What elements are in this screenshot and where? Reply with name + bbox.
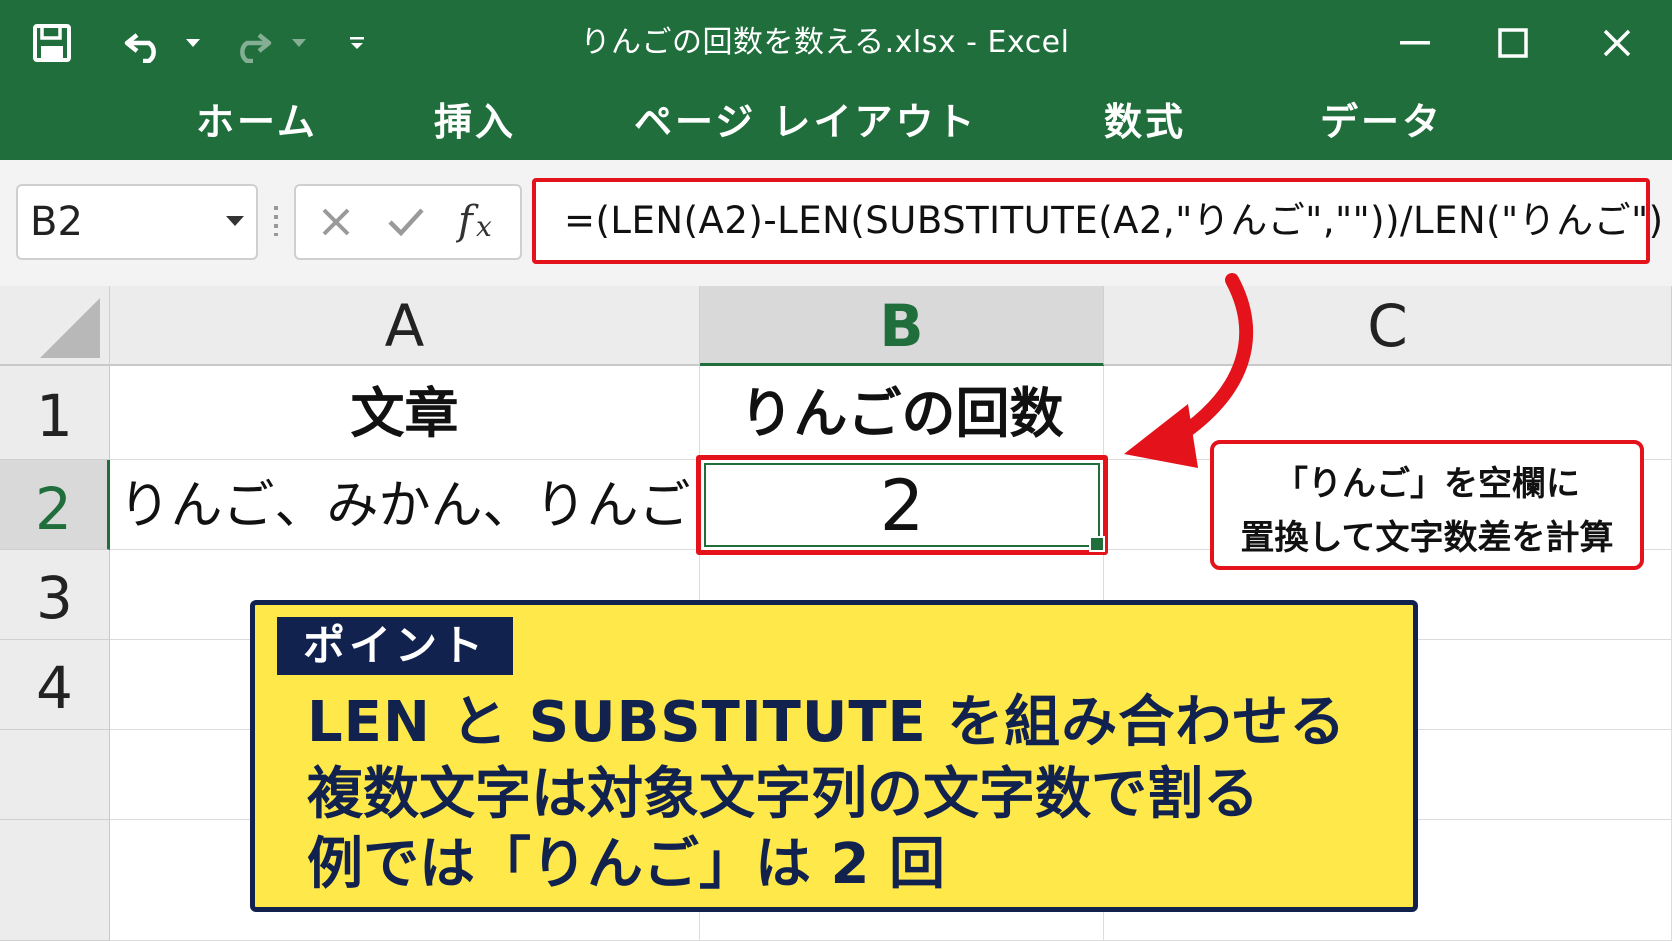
redo-icon[interactable] <box>228 16 274 70</box>
ribbon-tabs: ホーム 挿入 ページ レイアウト 数式 データ <box>0 84 1672 160</box>
point-tag: ポイント <box>277 617 513 675</box>
explanation-callout: 「りんご」を空欄に 置換して文字数差を計算 <box>1210 440 1644 570</box>
tab-insert[interactable]: 挿入 <box>434 94 516 150</box>
formula-input[interactable]: =(LEN(A2)-LEN(SUBSTITUTE(A2,"りんご",""))/L… <box>532 178 1663 264</box>
cell-b2-value: 2 <box>879 465 925 547</box>
enter-icon[interactable] <box>386 204 426 244</box>
cell-a2[interactable]: りんご、みかん、りんご <box>110 460 700 550</box>
callout-line-2: 置換して文字数差を計算 <box>1240 518 1614 558</box>
row-header-3[interactable]: 3 <box>0 550 110 640</box>
point-line-3: 例では「りんご」は 2 回 <box>307 832 945 897</box>
selected-cell-b2[interactable]: 2 <box>696 455 1108 555</box>
point-box: ポイント LEN と SUBSTITUTE を組み合わせる 複数文字は対象文字列… <box>250 600 1418 912</box>
maximize-icon[interactable] <box>1488 16 1538 70</box>
formula-text: =(LEN(A2)-LEN(SUBSTITUTE(A2,"りんご",""))/L… <box>564 199 1664 242</box>
formula-bar-area: B2 fx =(LEN(A2)-LEN(SUBSTITUTE(A2,"りんご",… <box>0 160 1672 286</box>
fill-handle[interactable] <box>1089 536 1105 552</box>
tab-page-layout[interactable]: ページ レイアウト <box>634 94 977 150</box>
cell-b1-text: りんごの回数 <box>739 382 1064 445</box>
undo-dropdown-icon[interactable] <box>183 16 203 70</box>
row-header-4[interactable]: 4 <box>0 640 110 730</box>
customize-quick-access-icon[interactable] <box>346 16 368 70</box>
close-icon[interactable] <box>1592 16 1642 70</box>
point-line-1: LEN と SUBSTITUTE を組み合わせる <box>307 690 1347 755</box>
callout-line-1: 「りんご」を空欄に <box>1274 464 1580 504</box>
title-bar: りんごの回数を数える.xlsx - Excel <box>0 0 1672 84</box>
redo-dropdown-icon[interactable] <box>289 16 309 70</box>
row-header-5[interactable] <box>0 730 110 820</box>
cell-a2-text: りんご、みかん、りんご <box>118 476 691 536</box>
name-box[interactable]: B2 <box>16 184 258 260</box>
point-line-2: 複数文字は対象文字列の文字数で割る <box>307 762 1259 827</box>
cancel-icon[interactable] <box>318 204 354 244</box>
row-header-6[interactable] <box>0 820 110 941</box>
formula-bar-grip[interactable] <box>274 206 278 236</box>
fx-icon[interactable]: fx <box>455 194 504 256</box>
name-box-value: B2 <box>30 199 83 245</box>
column-header-a[interactable]: A <box>110 286 700 366</box>
window-title: りんごの回数を数える.xlsx - Excel <box>580 25 1070 60</box>
svg-text:x: x <box>476 210 492 243</box>
name-box-dropdown-icon[interactable] <box>226 216 244 226</box>
save-icon[interactable] <box>30 16 74 70</box>
cell-a1-text: 文章 <box>350 382 459 445</box>
tab-home[interactable]: ホーム <box>196 94 318 150</box>
undo-icon[interactable] <box>122 16 168 70</box>
cell-b1[interactable]: りんごの回数 <box>700 366 1104 460</box>
tab-data[interactable]: データ <box>1320 94 1443 150</box>
cell-a1[interactable]: 文章 <box>110 366 700 460</box>
select-all-corner[interactable] <box>0 286 110 366</box>
tab-formulas[interactable]: 数式 <box>1104 94 1186 150</box>
row-header-1[interactable]: 1 <box>0 366 110 460</box>
row-header-2[interactable]: 2 <box>0 460 110 550</box>
formula-buttons: fx <box>294 184 522 260</box>
column-header-b[interactable]: B <box>700 286 1104 366</box>
minimize-icon[interactable] <box>1390 16 1440 70</box>
